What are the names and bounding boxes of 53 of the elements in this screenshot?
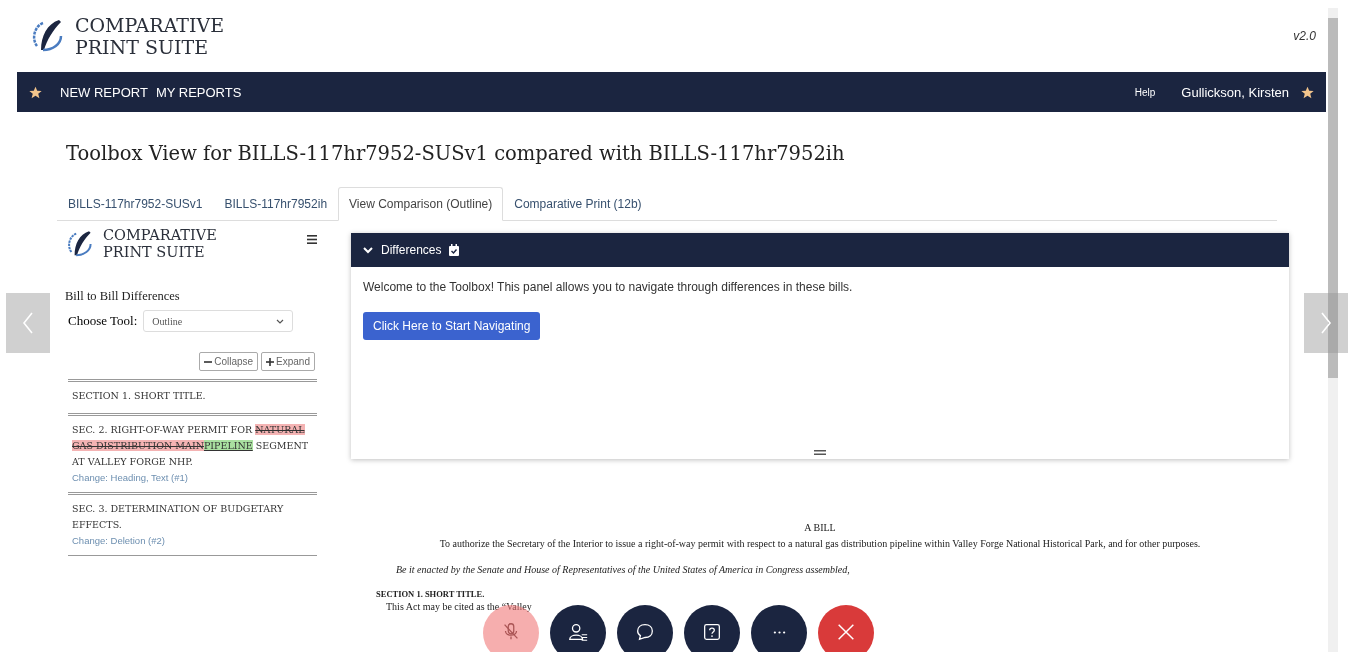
chevron-icon[interactable]	[363, 245, 373, 255]
chevron-left-icon	[22, 311, 34, 335]
enacting-clause: Be it enacted by the Senate and House of Representatives of the United States of America in Congress assembled,	[396, 564, 851, 575]
star-icon	[29, 85, 42, 99]
participants-button[interactable]	[550, 605, 606, 652]
section-heading[interactable]: SEC. 3. DETERMINATION OF BUDGETARY EFFECTS.	[72, 501, 313, 533]
ellipsis-icon	[772, 631, 786, 634]
page-title: Toolbox View for BILLS-117hr7952-SUSv1 compared with BILLS-117hr7952ih	[66, 142, 846, 165]
dropdown-caret-icon	[276, 318, 285, 324]
section-text: This Act may be cited as the “Valley	[386, 601, 533, 612]
tool-label: Choose Tool:	[68, 313, 138, 329]
help-button[interactable]	[684, 605, 740, 652]
bill-heading: A BILL	[803, 522, 837, 533]
welcome-message: Welcome to the Toolbox! This panel allows you to navigate through differences in these bills.	[363, 280, 854, 294]
person-list-icon	[567, 621, 589, 643]
star-icon	[1301, 85, 1314, 99]
calendar-check-icon	[449, 244, 460, 256]
scrollbar[interactable]	[1328, 18, 1338, 378]
change-note[interactable]: Change: Deletion (#2)	[72, 535, 313, 546]
collapse-button[interactable]: Collapse	[199, 352, 259, 371]
panel-title: Differences	[381, 243, 442, 257]
logo-text: PRINT SUITE	[75, 36, 209, 58]
plus-icon	[266, 357, 275, 366]
close-button[interactable]	[818, 605, 874, 652]
chat-button[interactable]	[617, 605, 673, 652]
expand-button[interactable]: Expand	[261, 352, 315, 371]
section-title: SECTION 1. SHORT TITLE.	[376, 589, 486, 599]
chat-bubble-icon	[634, 621, 656, 643]
close-icon	[835, 621, 857, 643]
bill-purpose: To authorize the Secretary of the Interior to issue a right-of-way permit with respect to a natural gas distribution pipeline within Valley Forge National Historical Park, and for other purposes.	[438, 537, 1202, 551]
logo-text: PRINT SUITE	[103, 244, 206, 261]
user-menu[interactable]: Gullickson, Kirsten	[1181, 84, 1289, 100]
start-navigating-button[interactable]: Click Here to Start Navigating	[363, 312, 541, 340]
tab[interactable]: BILLS-117hr7952ih	[213, 187, 339, 221]
tab[interactable]: View Comparison (Outline)	[338, 187, 504, 221]
tool-select[interactable]: Outline	[143, 310, 294, 332]
muted-mic-button[interactable]	[483, 605, 539, 652]
version-label: v2.0	[1293, 29, 1316, 43]
section-heading[interactable]: SECTION 1. SHORT TITLE.	[72, 388, 313, 404]
question-icon	[701, 621, 723, 643]
menu-icon[interactable]	[307, 235, 317, 244]
resize-handle[interactable]	[814, 450, 826, 455]
more-button[interactable]	[751, 605, 807, 652]
tab[interactable]: BILLS-117hr7952-SUSv1	[57, 187, 214, 221]
tab[interactable]: Comparative Print (12b)	[503, 187, 653, 221]
logo-text: COMPARATIVE	[103, 227, 217, 244]
nav-link[interactable]: NEW REPORT	[60, 84, 148, 100]
logo-text: COMPARATIVE	[75, 14, 225, 36]
nav-link[interactable]: MY REPORTS	[155, 84, 242, 100]
sidebar-heading: Bill to Bill Differences	[65, 289, 181, 304]
help-link[interactable]: Help	[1134, 86, 1156, 98]
chevron-right-icon	[1320, 311, 1332, 335]
change-note[interactable]: Change: Heading, Text (#1)	[72, 472, 313, 483]
